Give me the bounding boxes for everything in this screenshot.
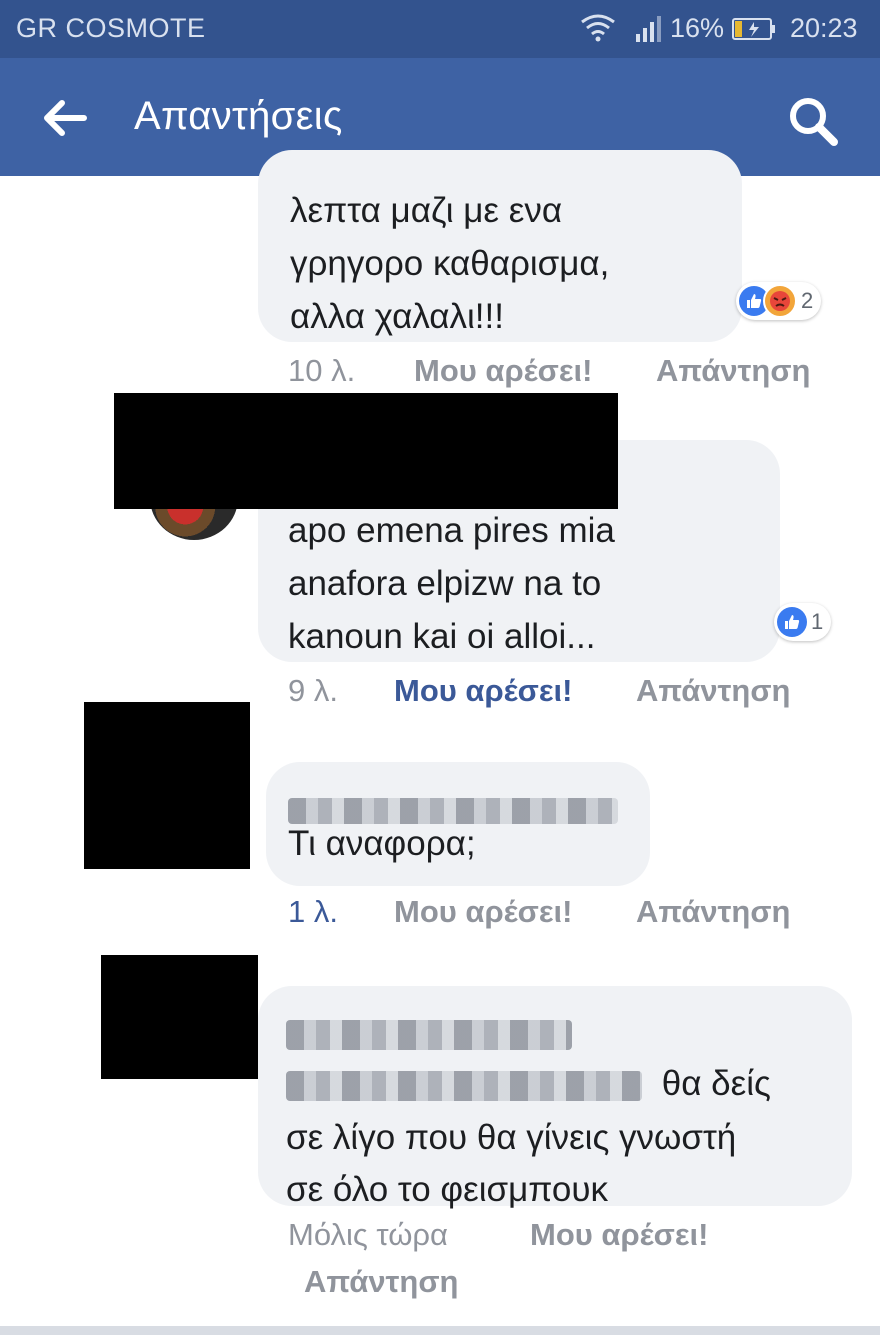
reply-link[interactable]: Απάντηση <box>656 353 810 389</box>
like-link[interactable]: Μου αρέσει! <box>414 353 593 389</box>
back-arrow-icon[interactable] <box>40 98 88 138</box>
comment-bubble: Τι αναφορα; <box>266 762 650 886</box>
author-name-blurred[interactable] <box>288 782 650 824</box>
like-link[interactable]: Μου αρέσει! <box>394 894 573 930</box>
tagged-name-blurred[interactable] <box>286 1070 642 1101</box>
like-reaction-icon <box>777 607 807 637</box>
comment-timestamp: 9 λ. <box>288 673 338 708</box>
comment-text: λεπτα μαζι με ενα γρηγορο καθαρισμα, αλλ… <box>290 191 610 336</box>
redacted-avatar <box>101 955 258 1079</box>
clock: 20:23 <box>790 13 858 43</box>
reaction-count: 2 <box>801 288 814 313</box>
comment-text-inline: θα δείς <box>661 1064 771 1103</box>
battery-percent: 16% <box>670 13 725 43</box>
comment-timestamp: 1 λ. <box>288 894 338 929</box>
redacted-name-block <box>114 393 618 509</box>
angry-reaction-icon <box>763 284 797 318</box>
bottom-divider <box>0 1326 880 1335</box>
redacted-avatar <box>84 702 250 869</box>
page-title: Απαντήσεις <box>134 94 343 138</box>
comment-timestamp: Μόλις τώρα <box>288 1217 448 1252</box>
comment-text: Τι αναφορα; <box>288 824 476 863</box>
reply-link[interactable]: Απάντηση <box>304 1264 458 1300</box>
reply-link[interactable]: Απάντηση <box>636 894 790 930</box>
comment-bubble: θα δείς σε λίγο που θα γίνεις γνωστή σε … <box>258 986 852 1209</box>
reaction-summary[interactable]: 2 <box>736 282 822 320</box>
like-link[interactable]: Μου αρέσει! <box>530 1217 709 1253</box>
comment-text: apo emena pires mia anafora elpizw na to… <box>288 511 615 656</box>
reaction-summary[interactable]: 1 <box>774 603 832 641</box>
comment-bubble: λεπτα μαζι με ενα γρηγορο καθαρισμα, αλλ… <box>258 150 742 342</box>
author-name-blurred[interactable] <box>286 1006 852 1056</box>
reaction-count: 1 <box>811 609 824 634</box>
search-icon[interactable] <box>786 94 840 148</box>
wifi-icon <box>581 14 615 42</box>
signal-icon <box>636 16 661 42</box>
battery-icon <box>732 18 775 40</box>
reply-link[interactable]: Απάντηση <box>636 673 790 709</box>
like-link[interactable]: Μου αρέσει! <box>394 673 573 709</box>
status-bar: GR COSMOTE 16% 20:23 <box>0 0 880 58</box>
carrier-label: GR COSMOTE <box>16 13 206 43</box>
comment-text: σε λίγο που θα γίνεις γνωστή σε όλο το φ… <box>286 1118 737 1209</box>
comment-timestamp: 10 λ. <box>288 353 356 388</box>
